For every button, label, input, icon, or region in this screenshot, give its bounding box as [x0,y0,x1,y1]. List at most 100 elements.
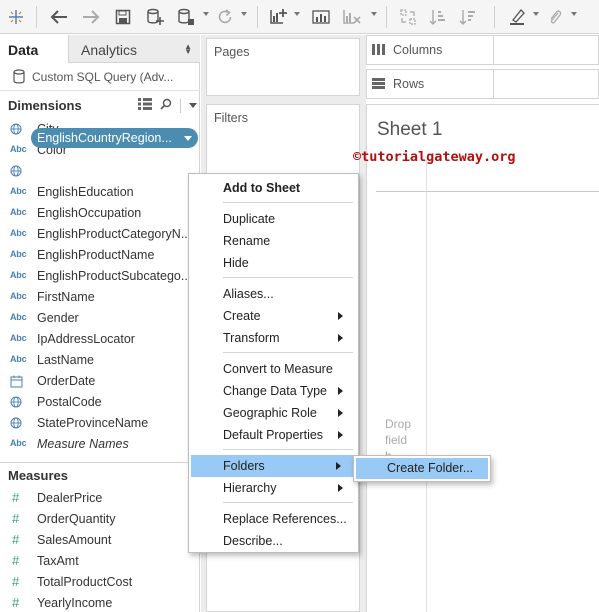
datasource-dropdown-icon[interactable] [203,12,209,16]
field-postalcode[interactable]: PostalCode [0,392,200,413]
field-englishproductsubcategory[interactable]: Abc EnglishProductSubcatego... [0,266,200,287]
chevron-down-icon[interactable] [184,136,192,141]
datasource-icon[interactable] [175,6,197,28]
sort-descending-icon[interactable] [458,6,478,28]
field-stateprovincename[interactable]: StateProvinceName [0,413,200,434]
submenu-arrow-icon [336,462,341,470]
forward-icon[interactable] [80,6,102,28]
field-orderquantity[interactable]: # OrderQuantity [0,509,200,530]
field-name: DealerPrice [37,491,103,505]
field-taxamt[interactable]: # TaxAmt [0,551,200,572]
new-chart-icon[interactable] [310,6,332,28]
menu-geographic-role[interactable]: Geographic Role [189,402,358,424]
hash-icon: # [12,490,20,505]
columns-shelf[interactable]: Columns [366,35,599,65]
field-name: Measure Names [37,437,129,451]
tab-data[interactable]: Data [0,35,68,63]
menu-transform[interactable]: Transform [189,327,358,349]
field-englishoccupation[interactable]: Abc EnglishOccupation [0,203,200,224]
new-datasource-icon[interactable] [144,6,166,28]
menu-replace-references[interactable]: Replace References... [189,508,358,530]
submenu-arrow-icon [338,334,343,342]
clear-sheet-icon[interactable] [341,6,363,28]
field-totalproductcost[interactable]: # TotalProductCost [0,572,200,593]
swap-icon[interactable] [398,6,418,28]
highlight-dropdown-icon[interactable] [533,12,539,16]
abc-type-icon: Abc [10,438,27,448]
columns-icon [372,44,385,58]
rows-shelf[interactable]: Rows [366,69,599,99]
hash-icon: # [12,595,20,610]
dimensions-menu-icon[interactable] [189,103,197,108]
watermark: ©tutorialgateway.org [353,149,516,165]
database-icon [12,69,26,87]
menu-create-folder[interactable]: Create Folder... [356,458,488,479]
field-salesamount[interactable]: # SalesAmount [0,530,200,551]
field-name: EnglishProductCategoryN... [37,227,192,241]
menu-separator [223,502,353,503]
menu-change-data-type[interactable]: Change Data Type [189,380,358,402]
menu-describe[interactable]: Describe... [189,530,358,552]
field-firstname[interactable]: Abc FirstName [0,287,200,308]
menu-create[interactable]: Create [189,305,358,327]
attach-icon[interactable] [545,6,565,28]
refresh-dropdown-icon[interactable] [241,12,247,16]
globe-icon [10,165,28,178]
menu-folders[interactable]: Folders [191,455,356,477]
canvas-gridline [376,191,599,192]
back-icon[interactable] [48,6,70,28]
menu-separator [223,352,353,353]
field-measure-names[interactable]: Abc Measure Names [0,434,200,455]
save-icon[interactable] [113,6,133,28]
field-name: EnglishEducation [37,185,134,199]
rows-icon [372,78,385,92]
dimensions-tools [138,98,197,113]
field-englishproductcategoryname[interactable]: Abc EnglishProductCategoryN... [0,224,200,245]
menu-add-to-sheet[interactable]: Add to Sheet [189,177,358,199]
filters-title: Filters [214,111,249,125]
abc-type-icon: Abc [10,291,27,301]
field-name: TotalProductCost [37,575,133,589]
view-toggle-icon[interactable] [138,98,152,113]
menu-aliases[interactable]: Aliases... [189,283,358,305]
field-englisheducation[interactable]: Abc EnglishEducation [0,182,200,203]
search-icon[interactable] [160,98,172,113]
submenu-arrow-icon [338,484,343,492]
menu-hierarchy[interactable]: Hierarchy [189,477,358,499]
tab-analytics[interactable]: Analytics ▲ ▼ [68,35,200,63]
tableau-logo-icon[interactable] [6,6,26,28]
menu-rename[interactable]: Rename [189,230,358,252]
menu-hide[interactable]: Hide [189,252,358,274]
field-context-menu: Add to Sheet Duplicate Rename Hide Alias… [188,173,359,553]
abc-type-icon: Abc [10,228,27,238]
attach-dropdown-icon[interactable] [571,12,577,16]
field-englishproductname[interactable]: Abc EnglishProductName [0,245,200,266]
calendar-icon [10,375,28,388]
field-orderdate[interactable]: OrderDate [0,371,200,392]
sheet-canvas[interactable] [366,104,599,612]
field-lastname[interactable]: Abc LastName [0,350,200,371]
field-ipaddresslocator[interactable]: Abc IpAddressLocator [0,329,200,350]
datasource-label: Custom SQL Query (Adv... [32,70,174,84]
field-dealerprice[interactable]: # DealerPrice [0,488,200,509]
toolbar [0,0,599,34]
field-yearlyincome[interactable]: # YearlyIncome [0,593,200,612]
hash-icon: # [12,532,20,547]
rows-label: Rows [393,77,425,91]
pages-card[interactable]: Pages [206,38,360,96]
sheet-title[interactable]: Sheet 1 [377,119,443,141]
datasource-item[interactable]: Custom SQL Query (Adv... [0,63,200,91]
field-gender[interactable]: Abc Gender [0,308,200,329]
highlight-icon[interactable] [507,6,527,28]
field-name: PostalCode [37,395,102,409]
menu-default-properties[interactable]: Default Properties [189,424,358,446]
clear-dropdown-icon[interactable] [371,12,377,16]
menu-duplicate[interactable]: Duplicate [189,208,358,230]
sort-ascending-icon[interactable] [428,6,448,28]
menu-convert-to-measure[interactable]: Convert to Measure [189,358,358,380]
refresh-icon[interactable] [214,6,236,28]
new-worksheet-dropdown-icon[interactable] [294,12,300,16]
new-worksheet-icon[interactable] [268,6,290,28]
field-englishcountryregion[interactable] [0,161,200,182]
abc-type-icon: Abc [10,186,27,196]
